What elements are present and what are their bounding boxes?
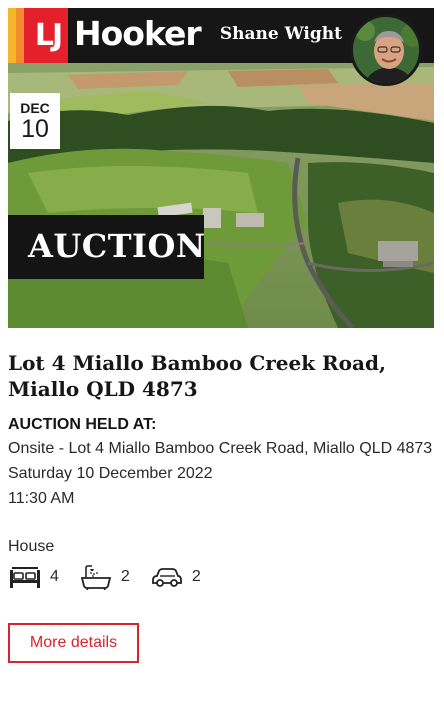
- property-photo[interactable]: DEC 10 AUCTION: [8, 63, 434, 328]
- logo-name: Hooker: [74, 14, 202, 53]
- agent-avatar[interactable]: [350, 14, 422, 86]
- auction-held-label: AUCTION HELD AT:: [8, 416, 157, 433]
- feature-bathrooms: 2: [79, 564, 130, 591]
- bath-icon: [79, 564, 113, 591]
- agency-logo[interactable]: LJ: [28, 8, 68, 63]
- date-month: DEC: [20, 100, 50, 116]
- auction-date-badge: DEC 10: [10, 93, 60, 149]
- logo-lj: LJ: [34, 18, 63, 53]
- property-features: 4 2 2: [8, 564, 434, 591]
- listing-card[interactable]: LJ Hooker Shane Wight DEC 10 AUCTION Lot…: [8, 8, 434, 663]
- sale-type-banner: AUCTION: [8, 215, 205, 279]
- property-type: House: [8, 538, 55, 555]
- date-day: 10: [21, 115, 49, 143]
- auction-location: Onsite - Lot 4 Miallo Bamboo Creek Road,…: [8, 440, 433, 457]
- agency-header: LJ Hooker Shane Wight: [8, 8, 434, 86]
- feature-car-spaces: 2: [150, 564, 201, 590]
- car-spaces-count: 2: [191, 568, 201, 585]
- auction-date: Saturday 10 December 2022: [8, 465, 213, 482]
- agent-name[interactable]: Shane Wight: [220, 24, 342, 44]
- bed-icon: [8, 564, 42, 590]
- auction-time: 11:30 AM: [8, 490, 75, 507]
- feature-bedrooms: 4: [8, 564, 59, 590]
- listing-title[interactable]: Lot 4 Miallo Bamboo Creek Road, Miallo Q…: [8, 350, 434, 402]
- bathrooms-count: 2: [120, 568, 130, 585]
- car-icon: [150, 564, 184, 590]
- more-details-button[interactable]: More details: [8, 623, 139, 663]
- bedrooms-count: 4: [50, 568, 59, 585]
